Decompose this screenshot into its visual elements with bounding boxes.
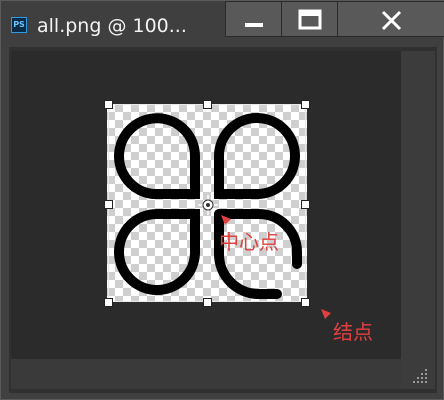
reference-point-icon[interactable] <box>198 195 218 215</box>
close-icon <box>381 10 402 31</box>
transform-handle-bottom-left[interactable] <box>104 298 113 307</box>
transform-handle-bottom-center[interactable] <box>203 298 212 307</box>
transform-handle-middle-right[interactable] <box>301 200 310 209</box>
resize-grip[interactable] <box>401 359 435 389</box>
node-pointer-arrow-icon <box>321 309 331 319</box>
status-bar <box>11 359 401 389</box>
close-button[interactable] <box>337 1 444 37</box>
transform-handle-top-right[interactable] <box>301 100 310 109</box>
resize-grip-icon <box>413 369 427 383</box>
minimize-icon <box>245 23 263 27</box>
center-point-label: 中心点 <box>219 230 279 254</box>
transform-handle-bottom-right[interactable] <box>301 298 310 307</box>
transform-handle-top-center[interactable] <box>203 100 212 109</box>
photoshop-app-icon: PS <box>11 17 27 33</box>
center-pointer-arrow-icon <box>221 215 231 225</box>
maximize-icon <box>298 9 322 30</box>
title-bar[interactable]: PS all.png @ 100... <box>1 1 444 47</box>
minimize-button[interactable] <box>225 1 281 37</box>
transform-handle-top-left[interactable] <box>104 100 113 109</box>
vertical-scrollbar[interactable] <box>401 51 435 359</box>
window-title: all.png @ 100... <box>37 15 187 37</box>
transform-handle-middle-left[interactable] <box>104 200 113 209</box>
maximize-button[interactable] <box>281 1 337 37</box>
photoshop-document-window: PS all.png @ 100... 中心点 结点 <box>0 0 444 400</box>
node-label: 结点 <box>333 320 373 344</box>
